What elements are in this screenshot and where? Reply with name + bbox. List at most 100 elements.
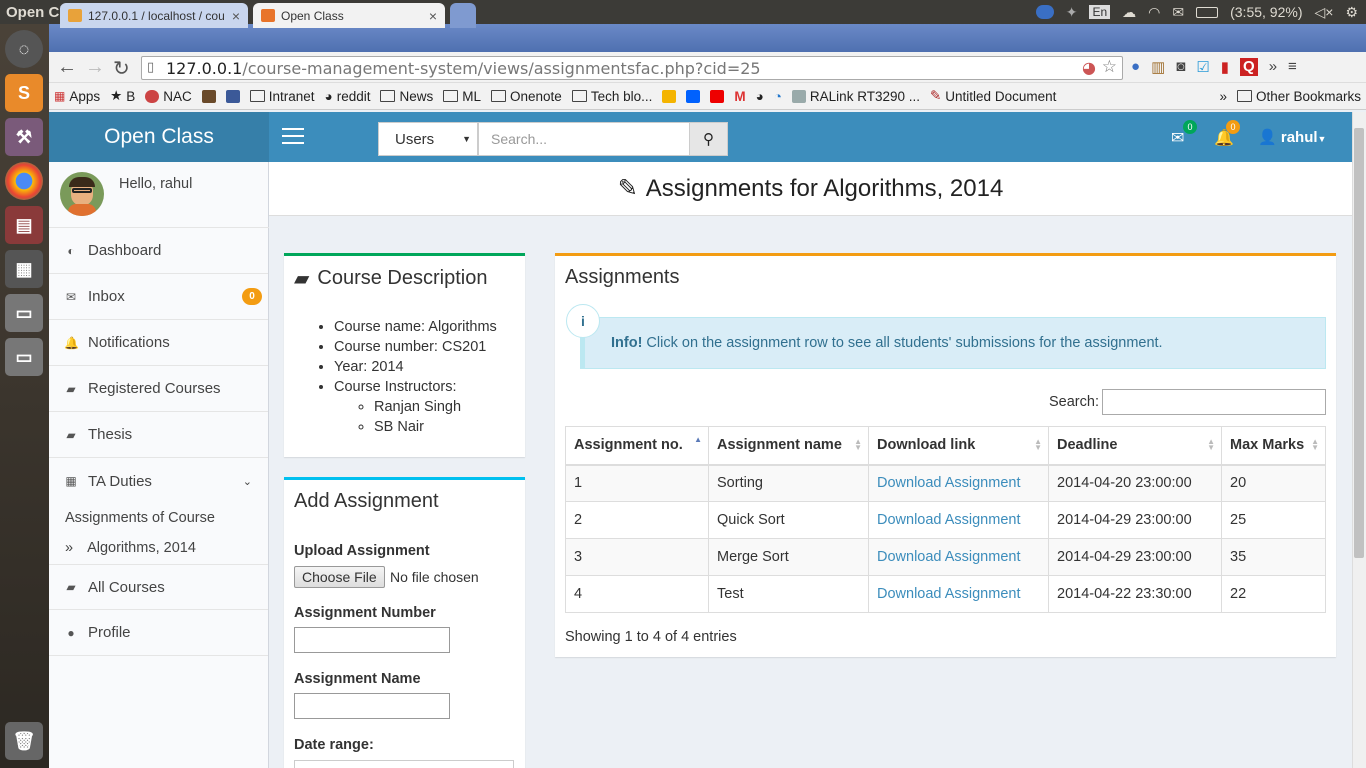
system-settings-icon[interactable]: ⚒ [5, 118, 43, 156]
column-assignment-no[interactable]: Assignment no. ▲ [565, 426, 709, 466]
download-assignment-link[interactable]: Download Assignment [877, 512, 1020, 528]
readlater-ext-icon[interactable]: ▮ [1221, 58, 1229, 76]
drive-icon [662, 89, 677, 103]
settings-gear-icon[interactable]: ⚙ [1345, 4, 1358, 21]
user-menu[interactable]: 👤 rahul▼ [1258, 128, 1326, 146]
column-deadline[interactable]: Deadline ▲ ▼ [1048, 426, 1222, 466]
sidebar-item-all-courses[interactable]: ▰ All Courses [49, 564, 268, 610]
other-bookmarks[interactable]: Other Bookmarks [1232, 89, 1366, 104]
pocket-ext-icon[interactable]: ◙ [1176, 58, 1185, 76]
bookmark-drive[interactable] [657, 89, 681, 103]
bookmark-apps[interactable]: ▦ Apps [49, 89, 105, 104]
bookmark-reddit[interactable]: ◕ reddit [320, 89, 376, 104]
mail-icon[interactable]: ✉ [1172, 4, 1184, 21]
scrollbar-thumb[interactable] [1354, 128, 1364, 558]
download-assignment-link[interactable]: Download Assignment [877, 475, 1020, 491]
bookmarks-overflow[interactable]: » [1214, 89, 1232, 104]
sidebar-item-ta-duties[interactable]: ▦ TA Duties ⌄ [49, 458, 268, 504]
bookmark-untitled[interactable]: ✎ Untitled Document [925, 88, 1061, 104]
sidebar-item-notifications[interactable]: 🔔 Notifications [49, 320, 268, 366]
drive-2-icon[interactable]: ▭ [5, 338, 43, 376]
tab-phpmyadmin[interactable]: 127.0.0.1 / localhost / cou × [60, 3, 248, 28]
search-icon: ⚲ [703, 131, 714, 148]
download-assignment-link[interactable]: Download Assignment [877, 549, 1020, 565]
globe-icon[interactable] [1035, 5, 1054, 19]
table-row[interactable]: 3 Merge Sort Download Assignment 2014-04… [565, 538, 1326, 576]
table-row[interactable]: 4 Test Download Assignment 2014-04-22 23… [565, 575, 1326, 613]
address-bar[interactable]: ▯ 127.0.0.1/course-management-system/vie… [141, 56, 1123, 80]
ta-sub-item-algorithms[interactable]: » Algorithms, 2014 [65, 540, 196, 556]
bookmark-facebook[interactable] [221, 89, 245, 103]
mail-envelope-icon[interactable]: ✉ [1171, 128, 1184, 148]
sidebar-item-registered-courses[interactable]: ▰ Registered Courses [49, 366, 268, 412]
assignment-number-field[interactable] [294, 627, 450, 653]
volume-mute-icon[interactable]: ◁× [1314, 4, 1333, 21]
bookmark-reddit-2[interactable]: ◕ [751, 89, 769, 104]
forward-arrow-icon[interactable]: → [85, 56, 105, 79]
brand-logo[interactable]: Open Class [49, 112, 269, 162]
bookmark-nac[interactable]: NAC [140, 89, 197, 104]
sidebar-item-inbox[interactable]: ✉ Inbox 0 [49, 274, 268, 320]
battery-icon[interactable] [1196, 6, 1219, 18]
search-input[interactable]: Search... [478, 122, 690, 156]
new-tab-button[interactable] [450, 3, 476, 28]
phpmyadmin-icon [68, 9, 82, 22]
bookmark-b[interactable]: ★ B [105, 88, 140, 104]
column-download-link[interactable]: Download link ▲ ▼ [868, 426, 1049, 466]
bookmark-dropbox[interactable] [681, 89, 705, 103]
reload-icon[interactable]: ↻ [113, 56, 130, 81]
close-tab-icon[interactable]: × [429, 8, 437, 24]
search-scope-select[interactable]: Users ▼ [378, 122, 478, 156]
dash-icon[interactable]: ◌ [5, 30, 43, 68]
bookmark-ralink[interactable]: RALink RT3290 ... [787, 89, 925, 104]
mail-count-badge: 0 [1183, 120, 1197, 134]
folder-icon [491, 90, 507, 102]
feedly-ext-icon[interactable]: ▥ [1151, 58, 1165, 76]
table-row[interactable]: 2 Quick Sort Download Assignment 2014-04… [565, 501, 1326, 539]
column-max-marks[interactable]: Max Marks ▲ ▼ [1221, 426, 1326, 466]
sidebar-item-dashboard[interactable]: ◐ Dashboard [49, 228, 268, 274]
wifi-icon[interactable]: ◠ [1148, 4, 1160, 21]
bookmark-gmail[interactable]: M [729, 89, 750, 104]
drive-icon[interactable]: ▭ [5, 294, 43, 332]
bookmark-refresh[interactable]: ◔ [769, 89, 787, 104]
search-button[interactable]: ⚲ [689, 122, 728, 156]
dropbox-icon[interactable]: ✦ [1066, 4, 1078, 21]
bookmark-onenote[interactable]: Onenote [486, 89, 567, 104]
date-range-field[interactable] [294, 760, 514, 768]
course-year: Year: 2014 [334, 357, 525, 377]
chrome-menu-icon[interactable]: ≡ [1288, 58, 1297, 76]
bookmark-tech-blogs[interactable]: Tech blo... [567, 89, 658, 104]
cell-deadline: 2014-04-29 23:00:00 [1048, 501, 1222, 539]
column-assignment-name[interactable]: Assignment name ▲ ▼ [708, 426, 869, 466]
sublime-text-icon[interactable]: S [5, 74, 43, 112]
keyboard-layout[interactable]: En [1089, 5, 1111, 19]
overflow-ext-icon[interactable]: » [1269, 58, 1277, 76]
cloud-icon[interactable]: ☁ [1122, 4, 1136, 21]
close-tab-icon[interactable]: × [232, 8, 240, 24]
bookmark-icon-1[interactable] [197, 89, 221, 103]
check-ext-icon[interactable]: ☑ [1196, 58, 1209, 76]
sidebar-item-thesis[interactable]: ▰ Thesis [49, 412, 268, 458]
bookmark-star-icon[interactable]: ☆ [1102, 57, 1117, 77]
bookmark-news[interactable]: News [375, 89, 438, 104]
bookmark-intranet[interactable]: Intranet [245, 89, 320, 104]
tab-open-class[interactable]: Open Class × [253, 3, 445, 28]
bookmark-ml[interactable]: ML [438, 89, 486, 104]
sidebar-item-profile[interactable]: ● Profile [49, 610, 268, 656]
globe-ext-icon[interactable]: ● [1131, 58, 1140, 76]
bookmark-youtube[interactable] [705, 89, 729, 103]
assignment-name-field[interactable] [294, 693, 450, 719]
sidebar-toggle-icon[interactable] [282, 128, 304, 146]
back-arrow-icon[interactable]: ← [57, 56, 77, 79]
files-icon[interactable]: ▤ [5, 206, 43, 244]
table-row[interactable]: 1 Sorting Download Assignment 2014-04-20… [565, 464, 1326, 502]
table-search-input[interactable] [1102, 389, 1326, 415]
trash-icon[interactable]: 🗑 [5, 722, 43, 760]
download-assignment-link[interactable]: Download Assignment [877, 586, 1020, 602]
chrome-icon[interactable] [5, 162, 43, 200]
reddit-ext-icon[interactable]: ◕ [1082, 58, 1096, 77]
workspace-switcher-icon[interactable]: ▦ [5, 250, 43, 288]
q-ext-icon[interactable]: Q [1240, 58, 1258, 76]
choose-file-button[interactable]: Choose File [294, 566, 385, 588]
